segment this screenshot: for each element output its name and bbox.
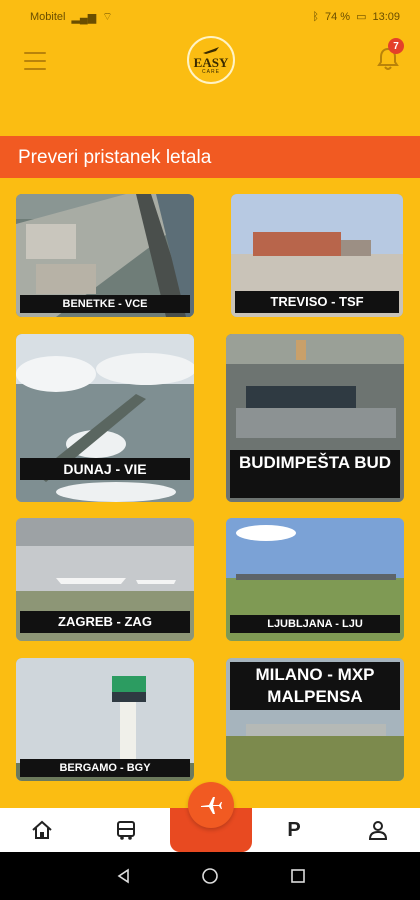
system-navigation-bar: [0, 852, 420, 900]
nav-flights[interactable]: [188, 782, 234, 828]
nav-parking[interactable]: P: [264, 808, 324, 852]
parking-icon: P: [287, 818, 301, 841]
airport-label: LJUBLJANA - LJU: [230, 615, 400, 633]
airport-card-vce[interactable]: BENETKE - VCE: [16, 194, 194, 317]
airport-label: ZAGREB - ZAG: [20, 611, 190, 633]
notifications-button[interactable]: 7: [376, 38, 404, 72]
signal-icon: ▂▄▆: [71, 11, 97, 24]
app-header: EASY CARE 7: [0, 32, 420, 132]
airport-card-zag[interactable]: ZAGREB - ZAG: [16, 518, 194, 641]
notification-badge: 7: [388, 38, 404, 54]
nav-bus[interactable]: [96, 808, 156, 852]
carrier-name: Mobitel: [30, 11, 66, 23]
battery-icon: ▭: [356, 11, 367, 23]
nav-profile[interactable]: [348, 808, 408, 852]
home-icon: [32, 820, 52, 839]
logo-text: EASY: [193, 54, 229, 70]
airport-grid: BENETKE - VCE TREVISO - TSF DUNAJ - VIE: [0, 178, 420, 808]
bus-icon: [117, 821, 135, 840]
status-bar: Mobitel ▂▄▆ ⌔ ᛒ 74 % ▭ 13:09: [0, 0, 420, 32]
airport-card-tsf[interactable]: TREVISO - TSF: [231, 194, 403, 317]
airport-card-bud[interactable]: BUDIMPEŠTA BUD: [226, 334, 404, 502]
bluetooth-icon: ᛒ: [312, 10, 319, 23]
wifi-icon: ⌔: [102, 11, 113, 23]
airport-label: DUNAJ - VIE: [20, 458, 190, 480]
logo-plane-icon: [203, 46, 219, 54]
airport-label: BENETKE - VCE: [20, 295, 190, 313]
airport-label: BUDIMPEŠTA BUD: [230, 450, 400, 498]
airport-card-bgy[interactable]: BERGAMO - BGY: [16, 658, 194, 781]
user-icon: [368, 821, 388, 840]
back-icon[interactable]: [112, 864, 136, 888]
app-logo: EASY CARE: [187, 36, 235, 84]
airport-card-lju[interactable]: LJUBLJANA - LJU: [226, 518, 404, 641]
airport-label: MILANO - MXP MALPENSA: [230, 662, 400, 710]
hamburger-menu-icon[interactable]: [24, 52, 46, 70]
airport-label: BERGAMO - BGY: [20, 759, 190, 777]
battery-percent: 74 %: [324, 10, 351, 23]
airport-card-mxp[interactable]: MILANO - MXP MALPENSA: [226, 658, 404, 781]
airplane-icon: [201, 797, 222, 814]
clock: 13:09: [372, 10, 400, 23]
airport-card-vie[interactable]: DUNAJ - VIE: [16, 334, 194, 502]
home-circle-icon[interactable]: [198, 864, 222, 888]
airport-label: TREVISO - TSF: [235, 291, 399, 313]
section-title: Preveri pristanek letala: [0, 136, 420, 178]
recents-icon[interactable]: [286, 864, 310, 888]
logo-subtext: CARE: [202, 68, 220, 75]
nav-home[interactable]: [12, 808, 72, 852]
